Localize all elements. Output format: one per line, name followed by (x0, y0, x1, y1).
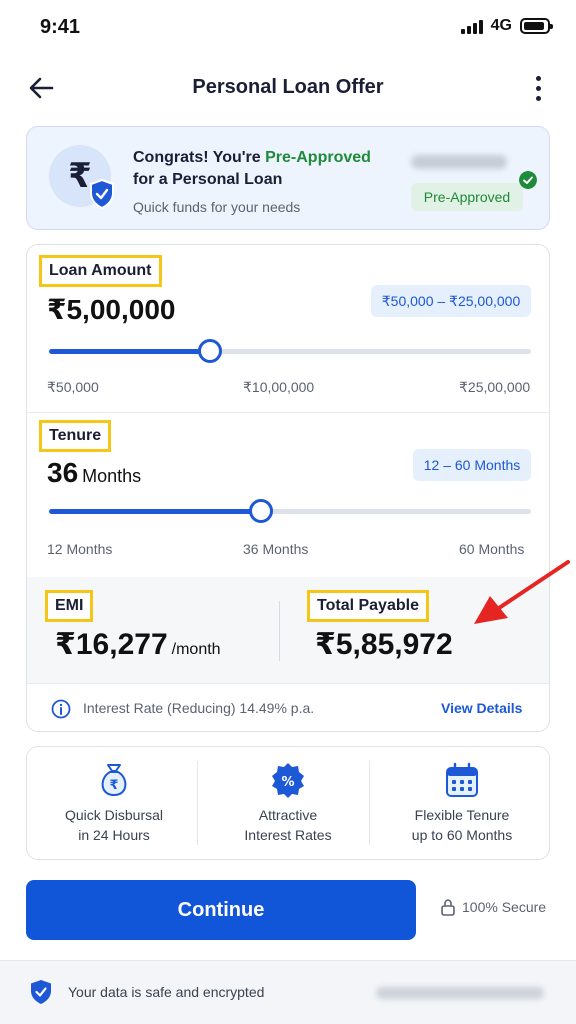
page-title: Personal Loan Offer (192, 76, 384, 98)
emi-value: ₹16,277/month (55, 627, 221, 662)
pre-approved-card: ₹ Congrats! You're Pre-Approved for a Pe… (26, 126, 550, 230)
network-type: 4G (490, 17, 512, 34)
secure-indicator: 100% Secure (440, 898, 546, 916)
feature-text: Quick Disbursal in 24 Hours (27, 805, 201, 845)
feature-text: Attractive Interest Rates (201, 805, 375, 845)
emi-label: EMI (45, 590, 94, 622)
calendar-icon (446, 762, 478, 797)
feature-divider (369, 761, 370, 845)
offer-headline-prefix: Congrats! You're (133, 149, 266, 166)
interest-rate-row: Interest Rate (Reducing) 14.49% p.a. Vie… (27, 683, 549, 731)
tenure-label: Tenure (39, 420, 112, 452)
status-indicators: 4G (460, 17, 553, 35)
loan-amount-slider[interactable] (49, 339, 531, 363)
emi-amount: ₹16,277 (55, 628, 168, 661)
feature-line: Quick Disbursal (64, 807, 164, 823)
svg-text:₹: ₹ (109, 778, 118, 793)
feature-line: Attractive (258, 807, 318, 823)
loan-amount-label: Loan Amount (39, 255, 162, 287)
total-payable-label: Total Payable (307, 590, 429, 622)
tenure-value: 36 Months (47, 457, 141, 489)
section-divider (27, 412, 549, 413)
tenure-tick-min: 12 Months (47, 541, 113, 557)
view-details-link[interactable]: View Details (441, 700, 522, 716)
tenure-slider-fill (49, 509, 262, 514)
loan-amount-tick-min: ₹50,000 (47, 379, 99, 395)
loan-amount-tick-mid: ₹10,00,000 (243, 379, 315, 395)
loan-amount-slider-fill (49, 349, 210, 354)
feature-line: Flexible Tenure (414, 807, 510, 823)
shield-check-icon (90, 179, 114, 209)
money-bag-icon: ₹ (101, 764, 127, 796)
feature-divider (197, 761, 198, 845)
security-footer: Your data is safe and encrypted (0, 960, 576, 1024)
red-arrow-annotation (474, 560, 570, 624)
offer-headline-highlight: Pre-Approved (265, 149, 371, 166)
summary-divider (279, 601, 280, 661)
continue-button[interactable]: Continue (26, 880, 416, 940)
loan-amount-slider-thumb[interactable] (197, 339, 222, 363)
secure-text: 100% Secure (462, 899, 547, 915)
interest-rate-text: Interest Rate (Reducing) 14.49% p.a. (83, 700, 315, 716)
status-time: 9:41 (40, 16, 81, 38)
emi-per-month: /month (171, 641, 221, 658)
loan-amount-value: ₹5,00,000 (47, 294, 176, 325)
feature-line: Interest Rates (244, 827, 332, 843)
total-payable-value: ₹5,85,972 (315, 628, 453, 661)
feature-line: in 24 Hours (78, 827, 150, 843)
tenure-tick-mid: 36 Months (243, 541, 309, 557)
tenure-slider-thumb[interactable] (249, 499, 274, 523)
tenure-tick-max: 60 Months (459, 541, 525, 557)
check-circle-icon (519, 171, 537, 189)
offer-subtitle: Quick funds for your needs (133, 199, 301, 215)
signal-icon (460, 18, 483, 34)
features-card: ₹ Quick Disbursal in 24 Hours % Attracti… (26, 746, 550, 860)
offer-headline-line2: for a Personal Loan (133, 171, 283, 188)
offer-headline: Congrats! You're Pre-Approved (133, 149, 371, 167)
app-header: Personal Loan Offer (0, 60, 576, 116)
feature-quick-disbursal: ₹ Quick Disbursal in 24 Hours (27, 747, 201, 859)
pre-approved-badge: Pre-Approved (411, 183, 523, 211)
shield-check-icon (31, 980, 51, 1004)
feature-line: up to 60 Months (411, 827, 513, 843)
loan-amount-tick-max: ₹25,00,000 (459, 379, 531, 395)
more-options-button[interactable] (526, 72, 550, 104)
battery-icon (520, 18, 553, 34)
percent-badge-icon: % (272, 763, 304, 798)
feature-flexible-tenure: Flexible Tenure up to 60 Months (375, 747, 549, 859)
info-icon (51, 699, 71, 719)
loan-amount-range: ₹50,000 – ₹25,00,000 (371, 285, 531, 317)
tenure-range: 12 – 60 Months (413, 449, 531, 481)
loan-calculator-card: Loan Amount ₹5,00,000 ₹50,000 – ₹25,00,0… (26, 244, 550, 732)
tenure-slider[interactable] (49, 499, 531, 523)
feature-text: Flexible Tenure up to 60 Months (375, 805, 549, 845)
svg-text:%: % (281, 775, 294, 790)
tenure-number: 36 (47, 457, 79, 488)
status-bar: 9:41 4G (0, 0, 576, 56)
feature-attractive-rates: % Attractive Interest Rates (201, 747, 375, 859)
lock-icon (441, 899, 455, 916)
masked-id (411, 155, 507, 169)
masked-text (376, 987, 544, 999)
footer-text: Your data is safe and encrypted (68, 984, 265, 1000)
tenure-unit: Months (82, 466, 142, 486)
more-dots-icon (535, 75, 541, 81)
